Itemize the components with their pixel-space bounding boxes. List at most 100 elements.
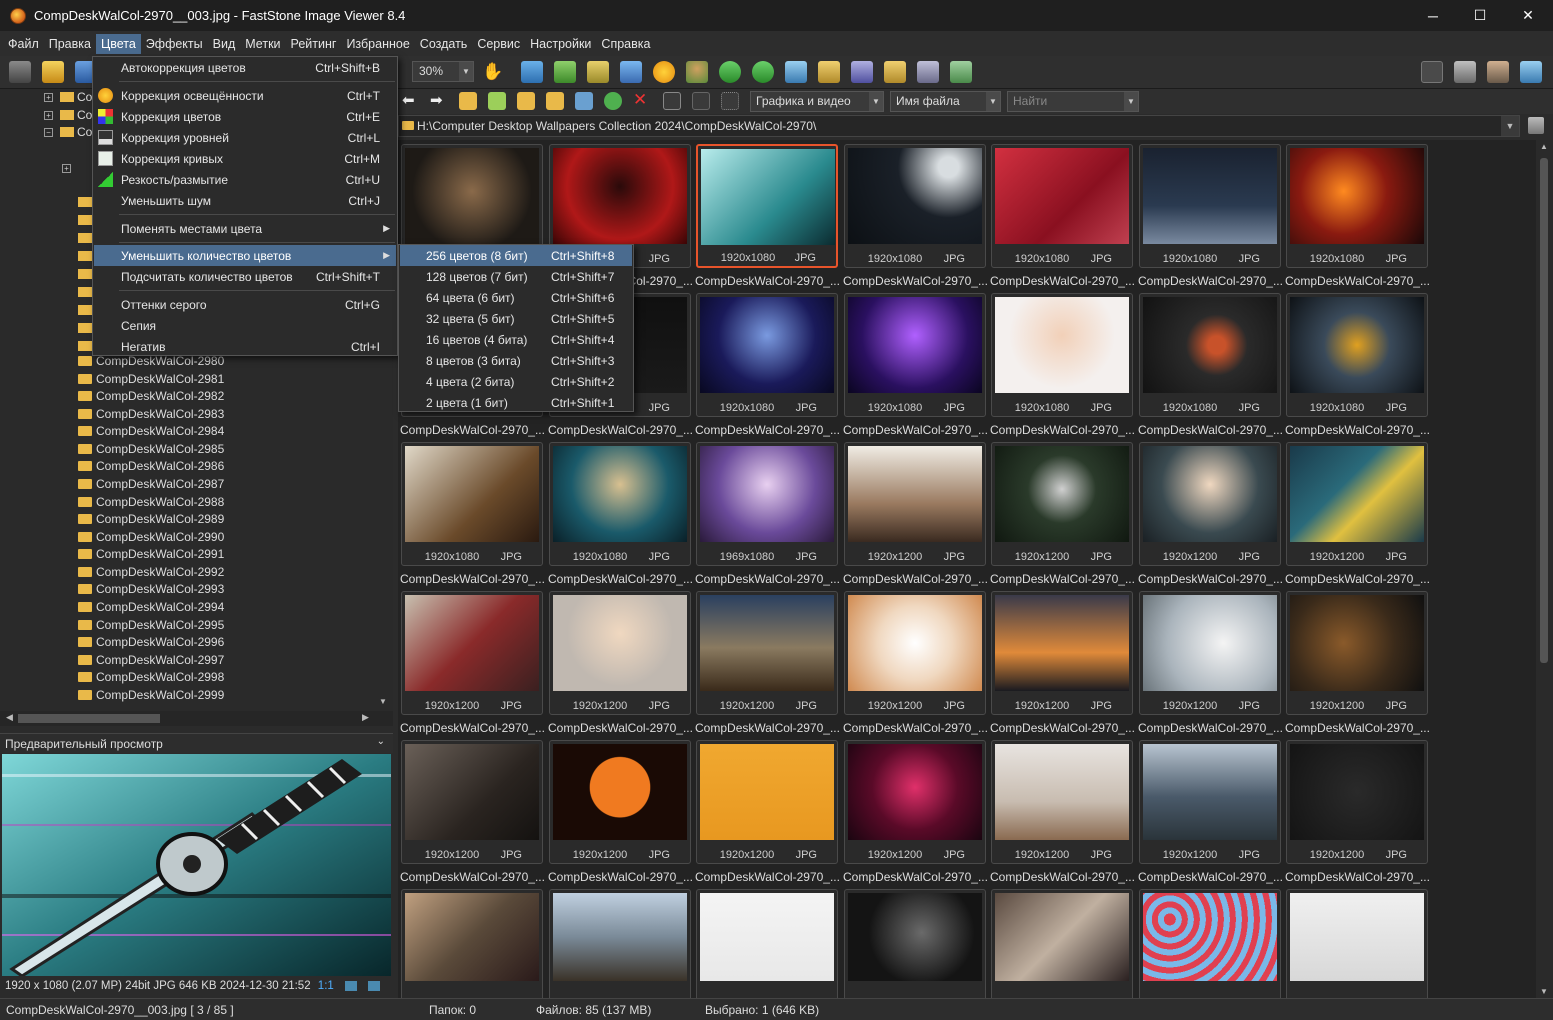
thumbnail-caption[interactable]: CompDeskWalCol-2970_... [400,721,545,737]
collapse-icon[interactable]: − [44,128,53,137]
tree-item-label[interactable]: Co [77,90,92,104]
tree-item[interactable]: CompDeskWalCol-2996 [78,633,224,650]
chevron-down-icon[interactable]: ▼ [1501,116,1519,136]
menu-edit[interactable]: Правка [44,34,96,54]
tree-item[interactable]: CompDeskWalCol-2985 [78,440,224,457]
thumbnail-caption[interactable]: CompDeskWalCol-2970_... [990,870,1135,886]
grid-vertical-scrollbar[interactable]: ▲ ▼ [1536,140,1553,998]
fullscreen-icon[interactable] [521,61,543,83]
scroll-down-icon[interactable]: ▼ [1540,987,1548,996]
scroll-left-icon[interactable]: ◀ [6,712,13,723]
expand-icon[interactable]: + [44,111,53,120]
thumbnail-caption[interactable]: CompDeskWalCol-2970_... [400,870,545,886]
fullscreen-preview-icon[interactable] [368,980,381,991]
thumbnail-card[interactable]: 1920x1080 JPG [991,293,1133,417]
thumbnail-caption[interactable]: CompDeskWalCol-2970_... [990,423,1135,439]
expand-icon[interactable]: + [44,93,53,102]
chevron-down-icon[interactable]: ▼ [1124,92,1138,111]
thumbnail-card[interactable]: 1920x1080 JPG [696,293,838,417]
submenu-item-128[interactable]: 128 цветов (7 бит) Ctrl+Shift+7 [400,266,632,287]
thumbnail-caption[interactable]: CompDeskWalCol-2970_... [1285,721,1430,737]
forward-arrow-icon[interactable]: ➡ [430,92,448,110]
fullscreen-layout-icon[interactable] [1520,61,1542,83]
tree-item[interactable]: CompDeskWalCol-2989 [78,510,224,527]
thumbnail-caption[interactable]: CompDeskWalCol-2970_... [1138,274,1283,290]
thumbnail-caption[interactable]: CompDeskWalCol-2970_... [400,423,545,439]
thumbnail-card[interactable]: 1920x1080 JPG [844,293,986,417]
scrollbar-thumb[interactable] [18,714,160,723]
menu-item-reduce-noise[interactable]: Уменьшить шум Ctrl+J [94,190,396,211]
thumbnail-card[interactable] [549,889,691,998]
thumbnail-card[interactable]: 1920x1200 JPG [1286,442,1428,566]
thumbnail-caption[interactable]: CompDeskWalCol-2970_... [990,721,1135,737]
chevron-down-icon[interactable]: ▼ [986,92,1000,111]
preview-layout-icon[interactable] [1487,61,1509,83]
collapse-chevron-icon[interactable]: ⌄ [377,736,385,747]
back-arrow-icon[interactable]: ⬅ [402,92,420,110]
rotate-right-icon[interactable] [752,61,774,83]
tree-item[interactable]: CompDeskWalCol-2991 [78,545,224,562]
thumbnail-card[interactable]: 1920x1200 JPG [401,740,543,864]
scrollbar-thumb[interactable] [1540,158,1548,663]
delete-icon[interactable]: ✕ [633,90,651,109]
thumbnail-card[interactable]: 1920x1080 JPG [1139,293,1281,417]
thumbnail-card[interactable]: 1920x1200 JPG [696,740,838,864]
thumbnail-card[interactable]: 1920x1200 JPG [1139,442,1281,566]
thumbnail-caption[interactable]: CompDeskWalCol-2970_... [1285,274,1430,290]
thumbnail-caption[interactable]: CompDeskWalCol-2970_... [548,721,693,737]
tree-item[interactable]: CompDeskWalCol-2992 [78,563,224,580]
thumbnail-caption[interactable]: CompDeskWalCol-2970_... [1138,423,1283,439]
thumbnail-caption[interactable]: CompDeskWalCol-2970_... [843,423,988,439]
thumbnail-caption[interactable]: CompDeskWalCol-2970_... [990,274,1135,290]
preview-header[interactable]: Предварительный просмотр ⌄ [0,733,393,753]
fit-icon[interactable] [554,61,576,83]
thumbnail-caption[interactable]: CompDeskWalCol-2970_... [1285,870,1430,886]
tree-item[interactable]: CompDeskWalCol-2994 [78,598,224,615]
rotate-left-icon[interactable] [719,61,741,83]
tree-item-label[interactable]: Co [77,125,92,139]
tree-item[interactable]: CompDeskWalCol-2988 [78,493,224,510]
close-button[interactable]: ✕ [1505,0,1551,31]
tree-item[interactable]: CompDeskWalCol-2983 [78,405,224,422]
print-icon[interactable] [917,61,939,83]
thumbnail-card[interactable] [1139,889,1281,998]
thumbnail-caption[interactable]: CompDeskWalCol-2970_... [843,274,988,290]
thumbnail-card[interactable]: 1920x1080 JPG [696,144,838,268]
refresh-folder-icon[interactable] [488,92,506,110]
menu-help[interactable]: Справка [596,34,655,54]
new-folder-icon[interactable] [517,92,535,110]
menu-item-negative[interactable]: Негатив Ctrl+I [94,336,396,357]
thumbnail-card[interactable]: 1920x1200 JPG [991,740,1133,864]
thumbnail-card[interactable] [844,889,986,998]
thumbnail-caption[interactable]: CompDeskWalCol-2970_... [843,572,988,588]
tree-item[interactable]: CompDeskWalCol-2997 [78,651,224,668]
scanner-icon[interactable] [851,61,873,83]
menu-tags[interactable]: Метки [240,34,285,54]
thumbnail-card[interactable]: 1969x1080 JPG [696,442,838,566]
thumbnail-caption[interactable]: CompDeskWalCol-2970_... [695,423,840,439]
scroll-down-icon[interactable]: ▼ [379,697,387,706]
submenu-item-4[interactable]: 4 цвета (2 бита) Ctrl+Shift+2 [400,371,632,392]
chevron-down-icon[interactable]: ▼ [869,92,883,111]
submenu-item-8[interactable]: 8 цветов (3 бита) Ctrl+Shift+3 [400,350,632,371]
thumbnail-card[interactable]: 1920x1080 JPG [991,144,1133,268]
open-folder-icon[interactable] [42,61,64,83]
thumbnail-card[interactable]: 1920x1200 JPG [844,740,986,864]
fit-window-icon[interactable] [345,980,357,991]
brightness-icon[interactable] [653,61,675,83]
menu-effects[interactable]: Эффекты [141,34,208,54]
tree-item[interactable]: CompDeskWalCol-2982 [78,387,224,404]
menu-item-reduce-colors[interactable]: Уменьшить количество цветов ▶ [94,245,396,266]
maximize-button[interactable]: ☐ [1457,0,1503,31]
trash-icon[interactable] [1528,117,1544,134]
menu-item-lighting[interactable]: Коррекция освещённости Ctrl+T [94,85,396,106]
tree-item[interactable]: CompDeskWalCol-2993 [78,580,224,597]
thumbnail-card[interactable]: 1920x1080 JPG [401,442,543,566]
email-icon[interactable] [884,61,906,83]
menu-item-grayscale[interactable]: Оттенки серого Ctrl+G [94,294,396,315]
menu-favorites[interactable]: Избранное [341,34,414,54]
zoom-select[interactable]: 30% ▼ [412,61,474,82]
thumbnail-caption[interactable]: CompDeskWalCol-2970_... [695,870,840,886]
thumbnail-card[interactable]: 1920x1200 JPG [1139,740,1281,864]
menu-item-sepia[interactable]: Сепия [94,315,396,336]
